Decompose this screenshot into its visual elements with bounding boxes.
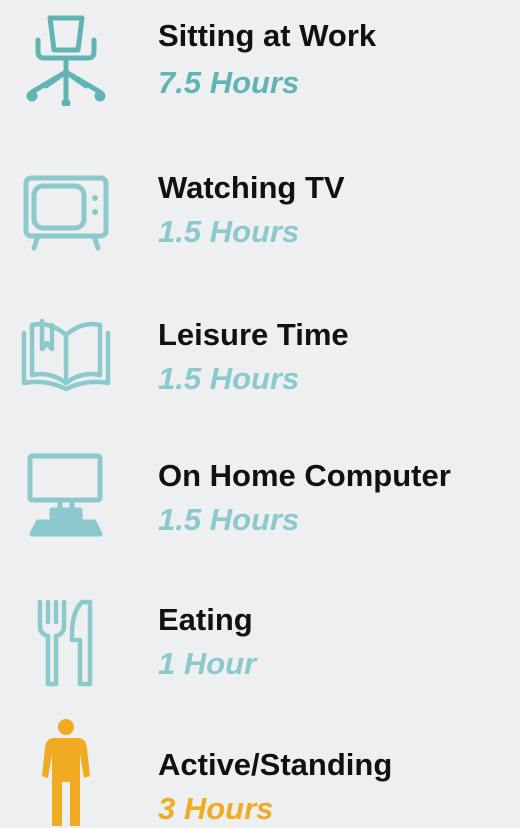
activity-label: Watching TV bbox=[158, 170, 345, 205]
activity-duration: 1.5 Hours bbox=[158, 502, 300, 537]
activity-duration: 1.5 Hours bbox=[158, 214, 300, 249]
activity-label: Sitting at Work bbox=[158, 18, 377, 53]
standing-person-icon bbox=[14, 718, 118, 826]
activity-duration: 3 Hours bbox=[158, 791, 274, 826]
activity-label: On Home Computer bbox=[158, 458, 451, 493]
activity-row-eating: Eating 1 Hour bbox=[0, 590, 520, 700]
activity-label: Leisure Time bbox=[158, 317, 349, 352]
activity-duration: 7.5 Hours bbox=[158, 65, 300, 100]
activity-label: Active/Standing bbox=[158, 747, 393, 782]
activity-infographic: { "colors": { "background": "#eeeff0", "… bbox=[0, 0, 520, 826]
television-icon bbox=[14, 158, 118, 258]
activity-label: Eating bbox=[158, 602, 253, 637]
activity-row-leisure-time: Leisure Time 1.5 Hours bbox=[0, 305, 520, 415]
activity-row-on-home-computer: On Home Computer 1.5 Hours bbox=[0, 446, 520, 556]
desktop-computer-icon bbox=[14, 446, 118, 546]
activity-row-active-standing: Active/Standing 3 Hours bbox=[0, 718, 520, 828]
activity-duration: 1 Hour bbox=[158, 646, 257, 681]
activity-row-watching-tv: Watching TV 1.5 Hours bbox=[0, 158, 520, 268]
office-chair-icon bbox=[14, 6, 118, 106]
open-book-icon bbox=[14, 305, 118, 405]
activity-row-sitting-at-work: Sitting at Work 7.5 Hours bbox=[0, 6, 520, 116]
activity-duration: 1.5 Hours bbox=[158, 361, 300, 396]
fork-knife-icon bbox=[14, 590, 118, 690]
